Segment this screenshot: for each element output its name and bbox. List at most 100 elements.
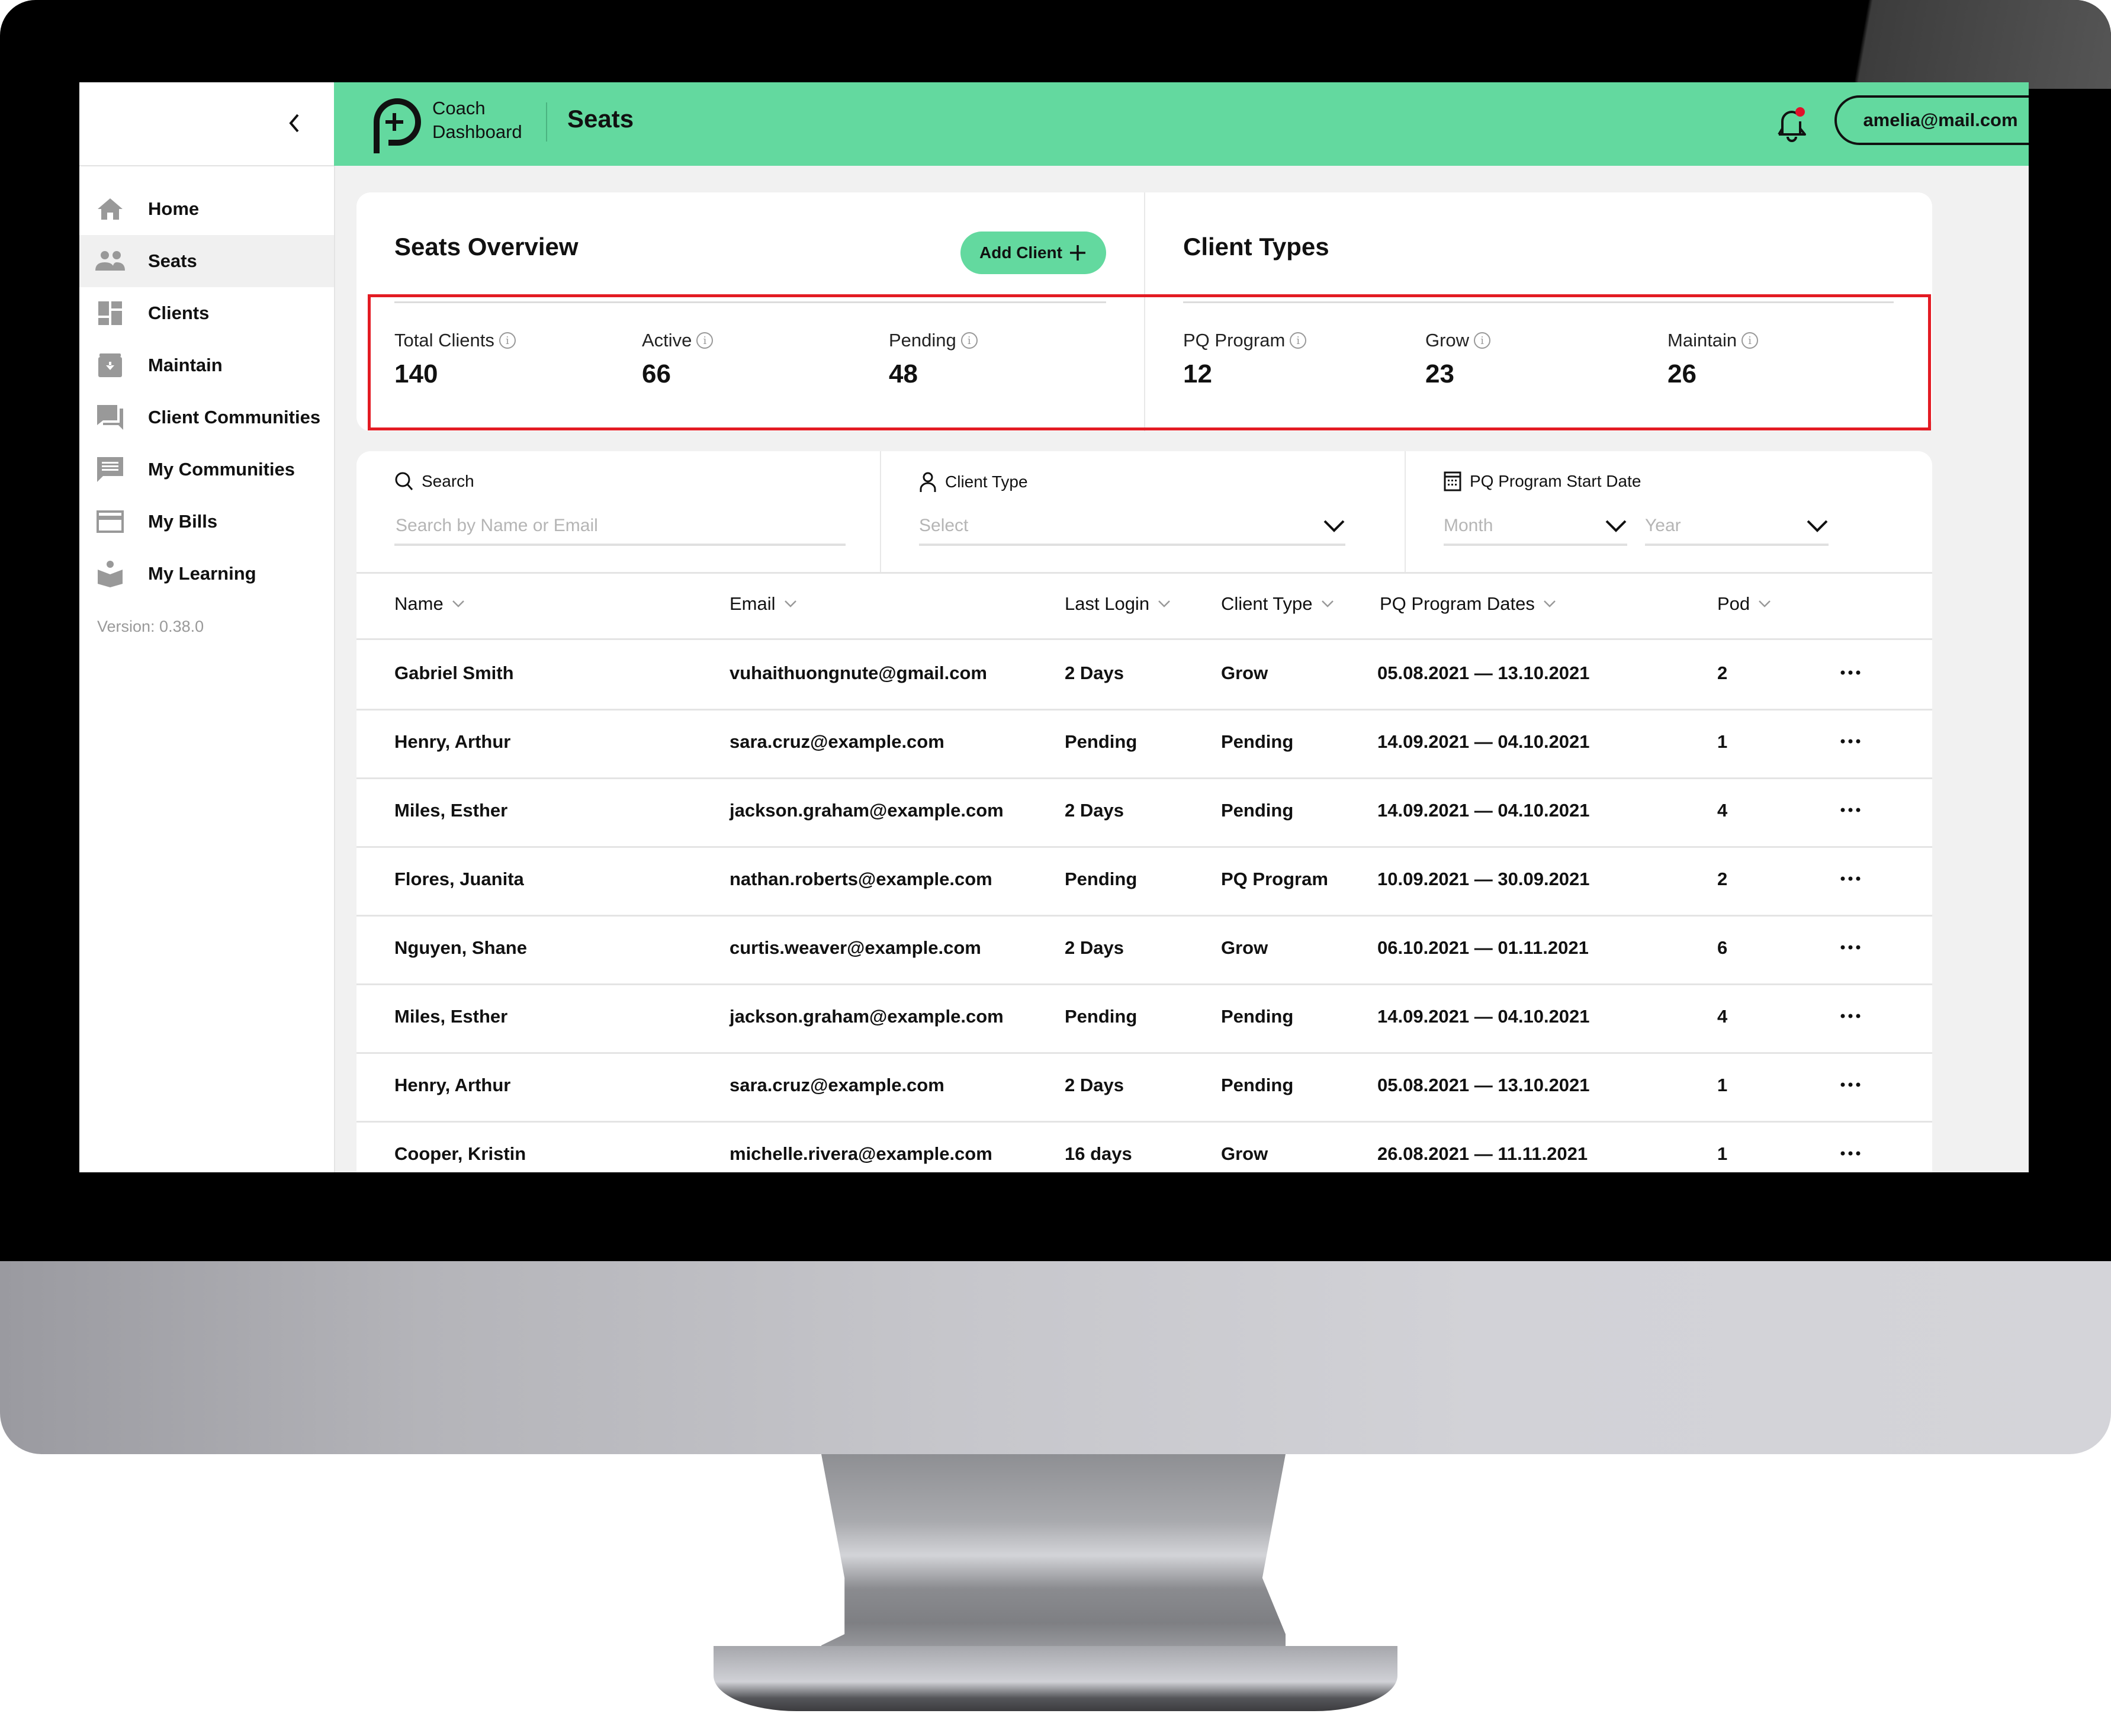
cell-name: Miles, Esther bbox=[394, 1006, 508, 1027]
column-header-name[interactable]: Name bbox=[394, 593, 465, 615]
cell-dates: 10.09.2021 — 30.09.2021 bbox=[1377, 869, 1590, 889]
row-actions-button[interactable] bbox=[1830, 933, 1871, 962]
notification-dot bbox=[1795, 107, 1805, 117]
cell-client-type: Pending bbox=[1221, 1075, 1294, 1095]
stat-pending: Pending i 48 bbox=[889, 330, 978, 389]
table-row[interactable]: Henry, Arthur sara.cruz@example.com 2 Days… bbox=[356, 1052, 1932, 1123]
cell-client-type: Pending bbox=[1221, 1006, 1294, 1027]
column-header-client-type[interactable]: Client Type bbox=[1221, 593, 1334, 615]
table-row[interactable]: Cooper, Kristin michelle.rivera@example.c… bbox=[356, 1121, 1932, 1172]
info-icon[interactable]: i bbox=[499, 332, 516, 349]
client-type-label: Client Type bbox=[919, 471, 1028, 493]
search-filter: Search bbox=[356, 451, 880, 572]
table-row[interactable]: Henry, Arthur sara.cruz@example.com Pendin… bbox=[356, 709, 1932, 779]
cell-pod: 1 bbox=[1717, 1075, 1728, 1095]
row-actions-button[interactable] bbox=[1830, 795, 1871, 825]
row-actions-button[interactable] bbox=[1830, 864, 1871, 893]
sidebar-item-client-communities[interactable]: Client Communities bbox=[79, 391, 334, 443]
sidebar-item-seats[interactable]: Seats bbox=[79, 235, 334, 287]
info-icon[interactable]: i bbox=[960, 332, 978, 349]
sidebar-item-label: Clients bbox=[148, 303, 210, 323]
monitor-chin bbox=[0, 1261, 2111, 1454]
plus-icon bbox=[1070, 245, 1085, 261]
stat-label-text: Maintain bbox=[1667, 330, 1737, 351]
year-select[interactable]: Year bbox=[1645, 508, 1829, 546]
table-row[interactable]: Flores, Juanita nathan.roberts@example.co… bbox=[356, 846, 1932, 917]
cell-last-login: Pending bbox=[1065, 869, 1138, 889]
sort-chevron-icon bbox=[784, 600, 796, 607]
cell-pod: 6 bbox=[1717, 937, 1728, 958]
cell-dates: 14.09.2021 — 04.10.2021 bbox=[1377, 800, 1590, 821]
table-row[interactable]: Nguyen, Shane curtis.weaver@example.com 2 … bbox=[356, 915, 1932, 985]
sidebar-item-maintain[interactable]: Maintain bbox=[79, 339, 334, 391]
row-actions-button[interactable] bbox=[1830, 1070, 1871, 1100]
person-icon bbox=[920, 472, 936, 492]
client-types-panel: Client Types PQ Program i 12 Grow i 23 Maintai… bbox=[1145, 192, 1932, 431]
filter-bar: Search Client Type Select bbox=[356, 451, 1932, 574]
info-icon[interactable]: i bbox=[1290, 332, 1307, 349]
sidebar-item-my-communities[interactable]: My Communities bbox=[79, 443, 334, 496]
sidebar-item-my-bills[interactable]: My Bills bbox=[79, 496, 334, 548]
column-header-email[interactable]: Email bbox=[730, 593, 797, 615]
stat-label-text: PQ Program bbox=[1183, 330, 1286, 351]
client-type-select[interactable]: Select bbox=[919, 508, 1345, 546]
user-menu-button[interactable]: amelia@mail.com bbox=[1834, 95, 2029, 145]
info-icon[interactable]: i bbox=[1742, 332, 1759, 349]
info-icon[interactable]: i bbox=[1474, 332, 1491, 349]
row-actions-button[interactable] bbox=[1830, 658, 1871, 687]
cell-email: michelle.rivera@example.com bbox=[730, 1143, 992, 1164]
collapse-sidebar-button[interactable] bbox=[279, 108, 309, 138]
search-field[interactable] bbox=[394, 508, 846, 546]
sidebar-item-my-learning[interactable]: My Learning bbox=[79, 548, 334, 600]
column-header-pod[interactable]: Pod bbox=[1717, 593, 1771, 615]
search-label-text: Search bbox=[422, 472, 474, 490]
start-date-label-text: PQ Program Start Date bbox=[1470, 472, 1641, 490]
table-row[interactable]: Gabriel Smith vuhaithuongnute@gmail.com 2 … bbox=[356, 640, 1932, 711]
cell-dates: 26.08.2021 — 11.11.2021 bbox=[1377, 1143, 1588, 1164]
cell-email: sara.cruz@example.com bbox=[730, 731, 944, 752]
seats-overview-title: Seats Overview bbox=[394, 233, 579, 261]
info-icon[interactable]: i bbox=[696, 332, 714, 349]
column-header-label: Last Login bbox=[1065, 593, 1150, 614]
add-client-button[interactable]: Add Client bbox=[960, 232, 1106, 274]
cell-pod: 1 bbox=[1717, 731, 1728, 752]
column-header-label: Pod bbox=[1717, 593, 1750, 614]
row-actions-button[interactable] bbox=[1830, 726, 1871, 756]
column-header-pq-program-dates[interactable]: PQ Program Dates bbox=[1380, 593, 1556, 615]
column-header-last-login[interactable]: Last Login bbox=[1065, 593, 1171, 615]
cell-last-login: 16 days bbox=[1065, 1143, 1132, 1164]
cell-email: jackson.graham@example.com bbox=[730, 1006, 1004, 1027]
home-icon bbox=[95, 194, 126, 224]
cell-pod: 1 bbox=[1717, 1143, 1728, 1164]
cell-pod: 4 bbox=[1717, 1006, 1728, 1027]
stat-label-text: Grow bbox=[1425, 330, 1470, 351]
row-actions-button[interactable] bbox=[1830, 1001, 1871, 1031]
cell-name: Flores, Juanita bbox=[394, 869, 524, 889]
start-date-label: PQ Program Start Date bbox=[1444, 471, 1641, 491]
table-row[interactable]: Miles, Esther jackson.graham@example.com 2… bbox=[356, 777, 1932, 848]
chevron-down-icon bbox=[1605, 520, 1627, 532]
table-row[interactable]: Miles, Esther jackson.graham@example.com P… bbox=[356, 983, 1932, 1054]
row-actions-button[interactable] bbox=[1830, 1139, 1871, 1168]
chevron-down-icon bbox=[1323, 520, 1345, 532]
user-email: amelia@mail.com bbox=[1863, 110, 2018, 130]
divider bbox=[394, 301, 1106, 303]
search-input[interactable] bbox=[394, 515, 846, 536]
sidebar-item-clients[interactable]: Clients bbox=[79, 287, 334, 339]
cell-email: vuhaithuongnute@gmail.com bbox=[730, 663, 987, 683]
sidebar-item-label: My Learning bbox=[148, 563, 256, 584]
cell-name: Nguyen, Shane bbox=[394, 937, 527, 958]
stat-label: Active i bbox=[642, 330, 714, 351]
monitor-stand-neck bbox=[821, 1454, 1286, 1679]
client-type-label-text: Client Type bbox=[945, 472, 1028, 491]
cell-dates: 05.08.2021 — 13.10.2021 bbox=[1377, 663, 1590, 683]
notifications-button[interactable] bbox=[1774, 105, 1810, 144]
add-client-label: Add Client bbox=[979, 243, 1062, 262]
month-select[interactable]: Month bbox=[1444, 508, 1627, 546]
sort-chevron-icon bbox=[1543, 600, 1556, 607]
dashboard-icon bbox=[95, 298, 126, 329]
stat-pq-program: PQ Program i 12 bbox=[1183, 330, 1307, 389]
cell-email: nathan.roberts@example.com bbox=[730, 869, 992, 889]
seats-table-card: Search Client Type Select bbox=[356, 451, 1932, 1172]
sidebar-item-home[interactable]: Home bbox=[79, 183, 334, 235]
